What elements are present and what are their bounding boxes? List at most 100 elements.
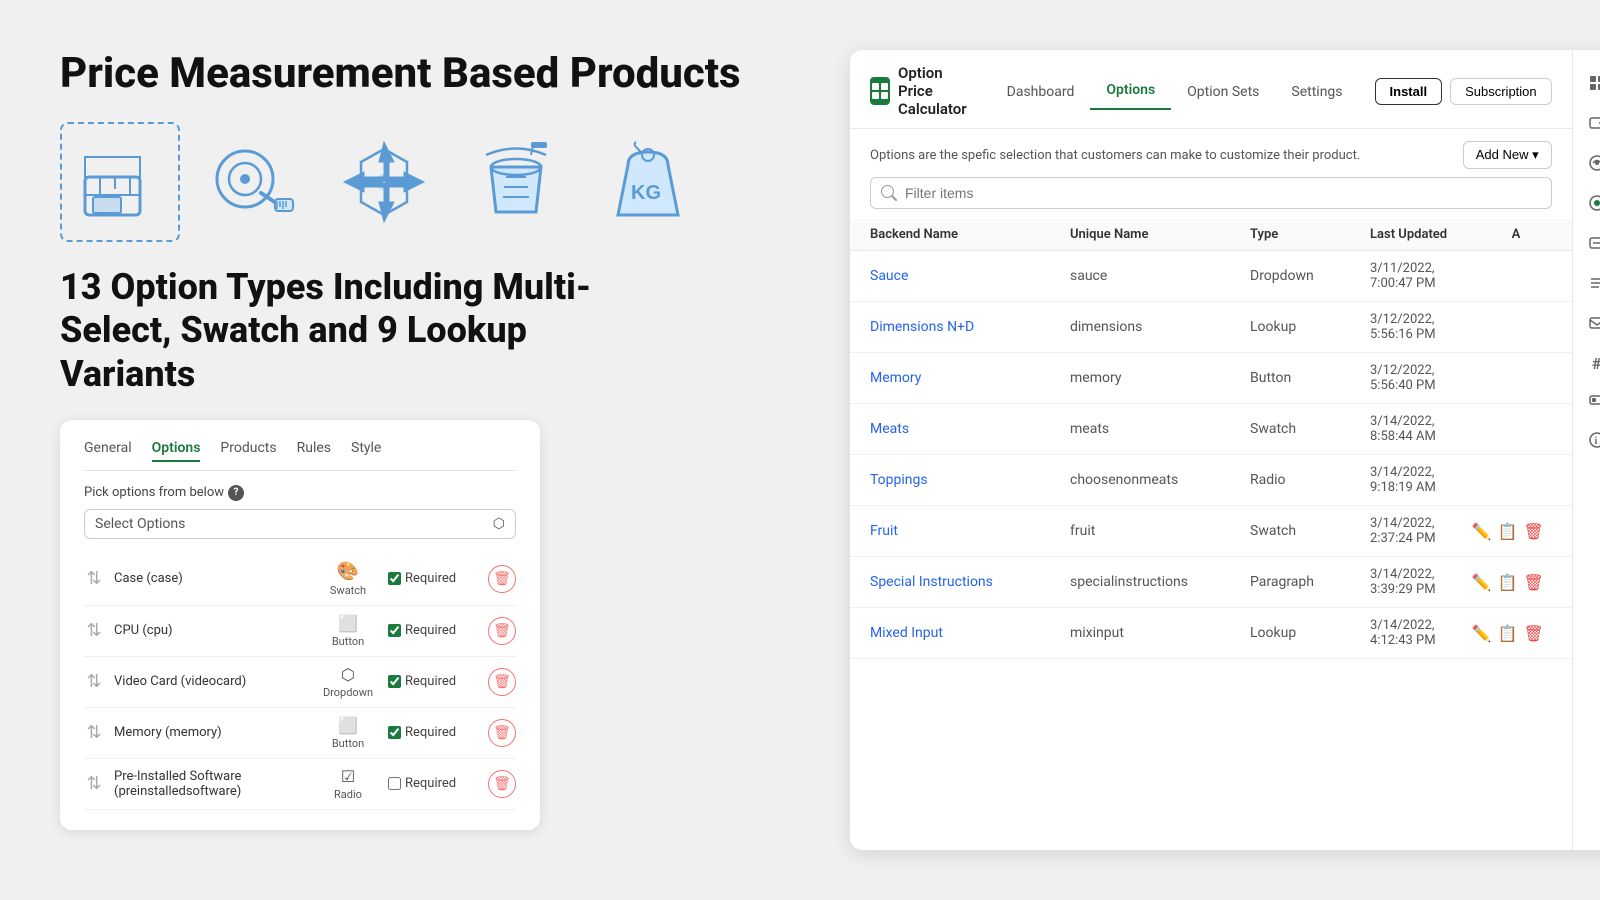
icons-row: KG (60, 122, 810, 242)
option-name: CPU (cpu) (114, 623, 308, 638)
type: Lookup (1250, 625, 1370, 641)
dropdown-item-number[interactable]: # Number (1573, 346, 1600, 381)
nav-settings[interactable]: Settings (1275, 84, 1358, 110)
drag-handle-icon[interactable]: ⇅ (84, 722, 104, 743)
last-updated: 3/14/2022, 9:18:19 AM (1370, 465, 1472, 495)
dropdown-item-button[interactable]: Button (1573, 383, 1600, 421)
unique-name: sauce (1070, 268, 1250, 284)
email-type-icon (1587, 314, 1600, 336)
paragraph-type-icon (1587, 274, 1600, 296)
nav-option-sets[interactable]: Option Sets (1171, 84, 1275, 110)
backend-name[interactable]: Special Instructions (870, 574, 1070, 590)
dropdown-arrow-icon: ⬡ (493, 516, 505, 532)
backend-name[interactable]: Fruit (870, 523, 1070, 539)
pick-options-label: Pick options from below ? (84, 485, 516, 501)
delete-icon[interactable]: 🗑 (1523, 624, 1543, 643)
install-button[interactable]: Install (1375, 78, 1443, 105)
select-options-dropdown[interactable]: Select Options ⬡ (84, 509, 516, 539)
delete-button[interactable]: 🗑 (488, 668, 516, 696)
add-new-button[interactable]: Add New ▾ (1463, 141, 1552, 169)
subscription-button[interactable]: Subscription (1450, 78, 1552, 105)
tab-style[interactable]: Style (351, 440, 381, 462)
dropdown-item-radio[interactable]: Radio (1573, 186, 1600, 224)
edit-icon[interactable]: ✏️ (1472, 624, 1492, 643)
nav-buttons: Install Subscription (1375, 78, 1552, 115)
delete-icon[interactable]: 🗑 (1523, 522, 1543, 541)
drag-handle-icon[interactable]: ⇅ (84, 620, 104, 641)
type-badge-dropdown: ⬡ Dropdown (318, 665, 378, 699)
unique-name: memory (1070, 370, 1250, 386)
app-card: Option Price Calculator Dashboard Option… (850, 50, 1600, 850)
dropdown-item-email[interactable]: Email (1573, 306, 1600, 344)
required-checkbox[interactable]: Required (388, 725, 478, 740)
dropdown-item-instructions[interactable]: i Instructions (1573, 423, 1600, 461)
delete-button[interactable]: 🗑 (488, 719, 516, 747)
dropdown-item-swatch[interactable]: Swatch (1573, 146, 1600, 184)
unique-name: mixinput (1070, 625, 1250, 641)
tab-products[interactable]: Products (220, 440, 276, 462)
col-backend-name: Backend Name (870, 227, 1070, 242)
delete-button[interactable]: 🗑 (488, 565, 516, 593)
copy-icon[interactable]: 📋 (1498, 624, 1518, 643)
dropdown-item-lookup[interactable]: Lookup (1573, 66, 1600, 104)
backend-name[interactable]: Toppings (870, 472, 1070, 488)
app-subheader: Options are the spefic selection that cu… (850, 129, 1572, 177)
table-row: Sauce sauce Dropdown 3/11/2022, 7:00:47 … (850, 251, 1572, 302)
type: Paragraph (1250, 574, 1370, 590)
backend-name[interactable]: Dimensions N+D (870, 319, 1070, 335)
dropdown-item-text[interactable]: Text (1573, 226, 1600, 264)
dropdown-item-dropdown[interactable]: Dropdown (1573, 106, 1600, 144)
drag-handle-icon[interactable]: ⇅ (84, 671, 104, 692)
table-body: Sauce sauce Dropdown 3/11/2022, 7:00:47 … (850, 251, 1572, 850)
option-name: Pre-Installed Software (preinstalledsoft… (114, 769, 308, 799)
delete-button[interactable]: 🗑 (488, 617, 516, 645)
backend-name[interactable]: Memory (870, 370, 1070, 386)
delete-button[interactable]: 🗑 (488, 770, 516, 798)
filter-input[interactable] (870, 177, 1552, 209)
copy-icon[interactable]: 📋 (1498, 522, 1518, 541)
required-checkbox[interactable]: Required (388, 776, 478, 791)
backend-name[interactable]: Mixed Input (870, 625, 1070, 641)
table-row: Fruit fruit Swatch 3/14/2022, 2:37:24 PM… (850, 506, 1572, 557)
type-badge-swatch: 🎨 Swatch (318, 561, 378, 597)
table-row: Dimensions N+D dimensions Lookup 3/12/20… (850, 302, 1572, 353)
main-title: Price Measurement Based Products (60, 50, 810, 98)
dropdown-item-paragraph[interactable]: Paragraph (1573, 266, 1600, 304)
type-dropdown-panel: Lookup Dropdown (1572, 50, 1600, 850)
nav-options[interactable]: Options (1090, 82, 1171, 110)
app-main: Option Price Calculator Dashboard Option… (850, 50, 1572, 850)
table-row: Meats meats Swatch 3/14/2022, 8:58:44 AM (850, 404, 1572, 455)
edit-icon[interactable]: ✏️ (1472, 522, 1492, 541)
last-updated: 3/14/2022, 3:39:29 PM (1370, 567, 1472, 597)
backend-name[interactable]: Meats (870, 421, 1070, 437)
edit-icon[interactable]: ✏️ (1472, 573, 1492, 592)
tab-general[interactable]: General (84, 440, 132, 462)
row-actions: ✏️ 📋 🗑 (1472, 624, 1552, 643)
unique-name: fruit (1070, 523, 1250, 539)
drag-handle-icon[interactable]: ⇅ (84, 568, 104, 589)
last-updated: 3/14/2022, 4:12:43 PM (1370, 618, 1472, 648)
nav-dashboard[interactable]: Dashboard (991, 84, 1091, 110)
type: Dropdown (1250, 268, 1370, 284)
help-icon[interactable]: ? (228, 485, 244, 501)
radio-type-icon (1587, 194, 1600, 216)
option-name: Memory (memory) (114, 725, 308, 740)
dropdown-type-icon (1587, 114, 1600, 136)
delete-icon[interactable]: 🗑 (1523, 573, 1543, 592)
number-type-icon: # (1587, 354, 1600, 373)
required-checkbox[interactable]: Required (388, 623, 478, 638)
left-panel: Price Measurement Based Products (60, 50, 810, 850)
required-checkbox[interactable]: Required (388, 571, 478, 586)
col-unique-name: Unique Name (1070, 227, 1250, 242)
tab-options[interactable]: Options (152, 440, 201, 462)
unique-name: choosenonmeats (1070, 472, 1250, 488)
sub-title: 13 Option Types Including Multi-Select, … (60, 266, 620, 396)
type: Button (1250, 370, 1370, 386)
backend-name[interactable]: Sauce (870, 268, 1070, 284)
required-checkbox[interactable]: Required (388, 674, 478, 689)
table-header: Backend Name Unique Name Type Last Updat… (850, 219, 1572, 251)
type-badge-radio: ☑ Radio (318, 767, 378, 801)
copy-icon[interactable]: 📋 (1498, 573, 1518, 592)
tab-rules[interactable]: Rules (297, 440, 331, 462)
drag-handle-icon[interactable]: ⇅ (84, 773, 104, 794)
